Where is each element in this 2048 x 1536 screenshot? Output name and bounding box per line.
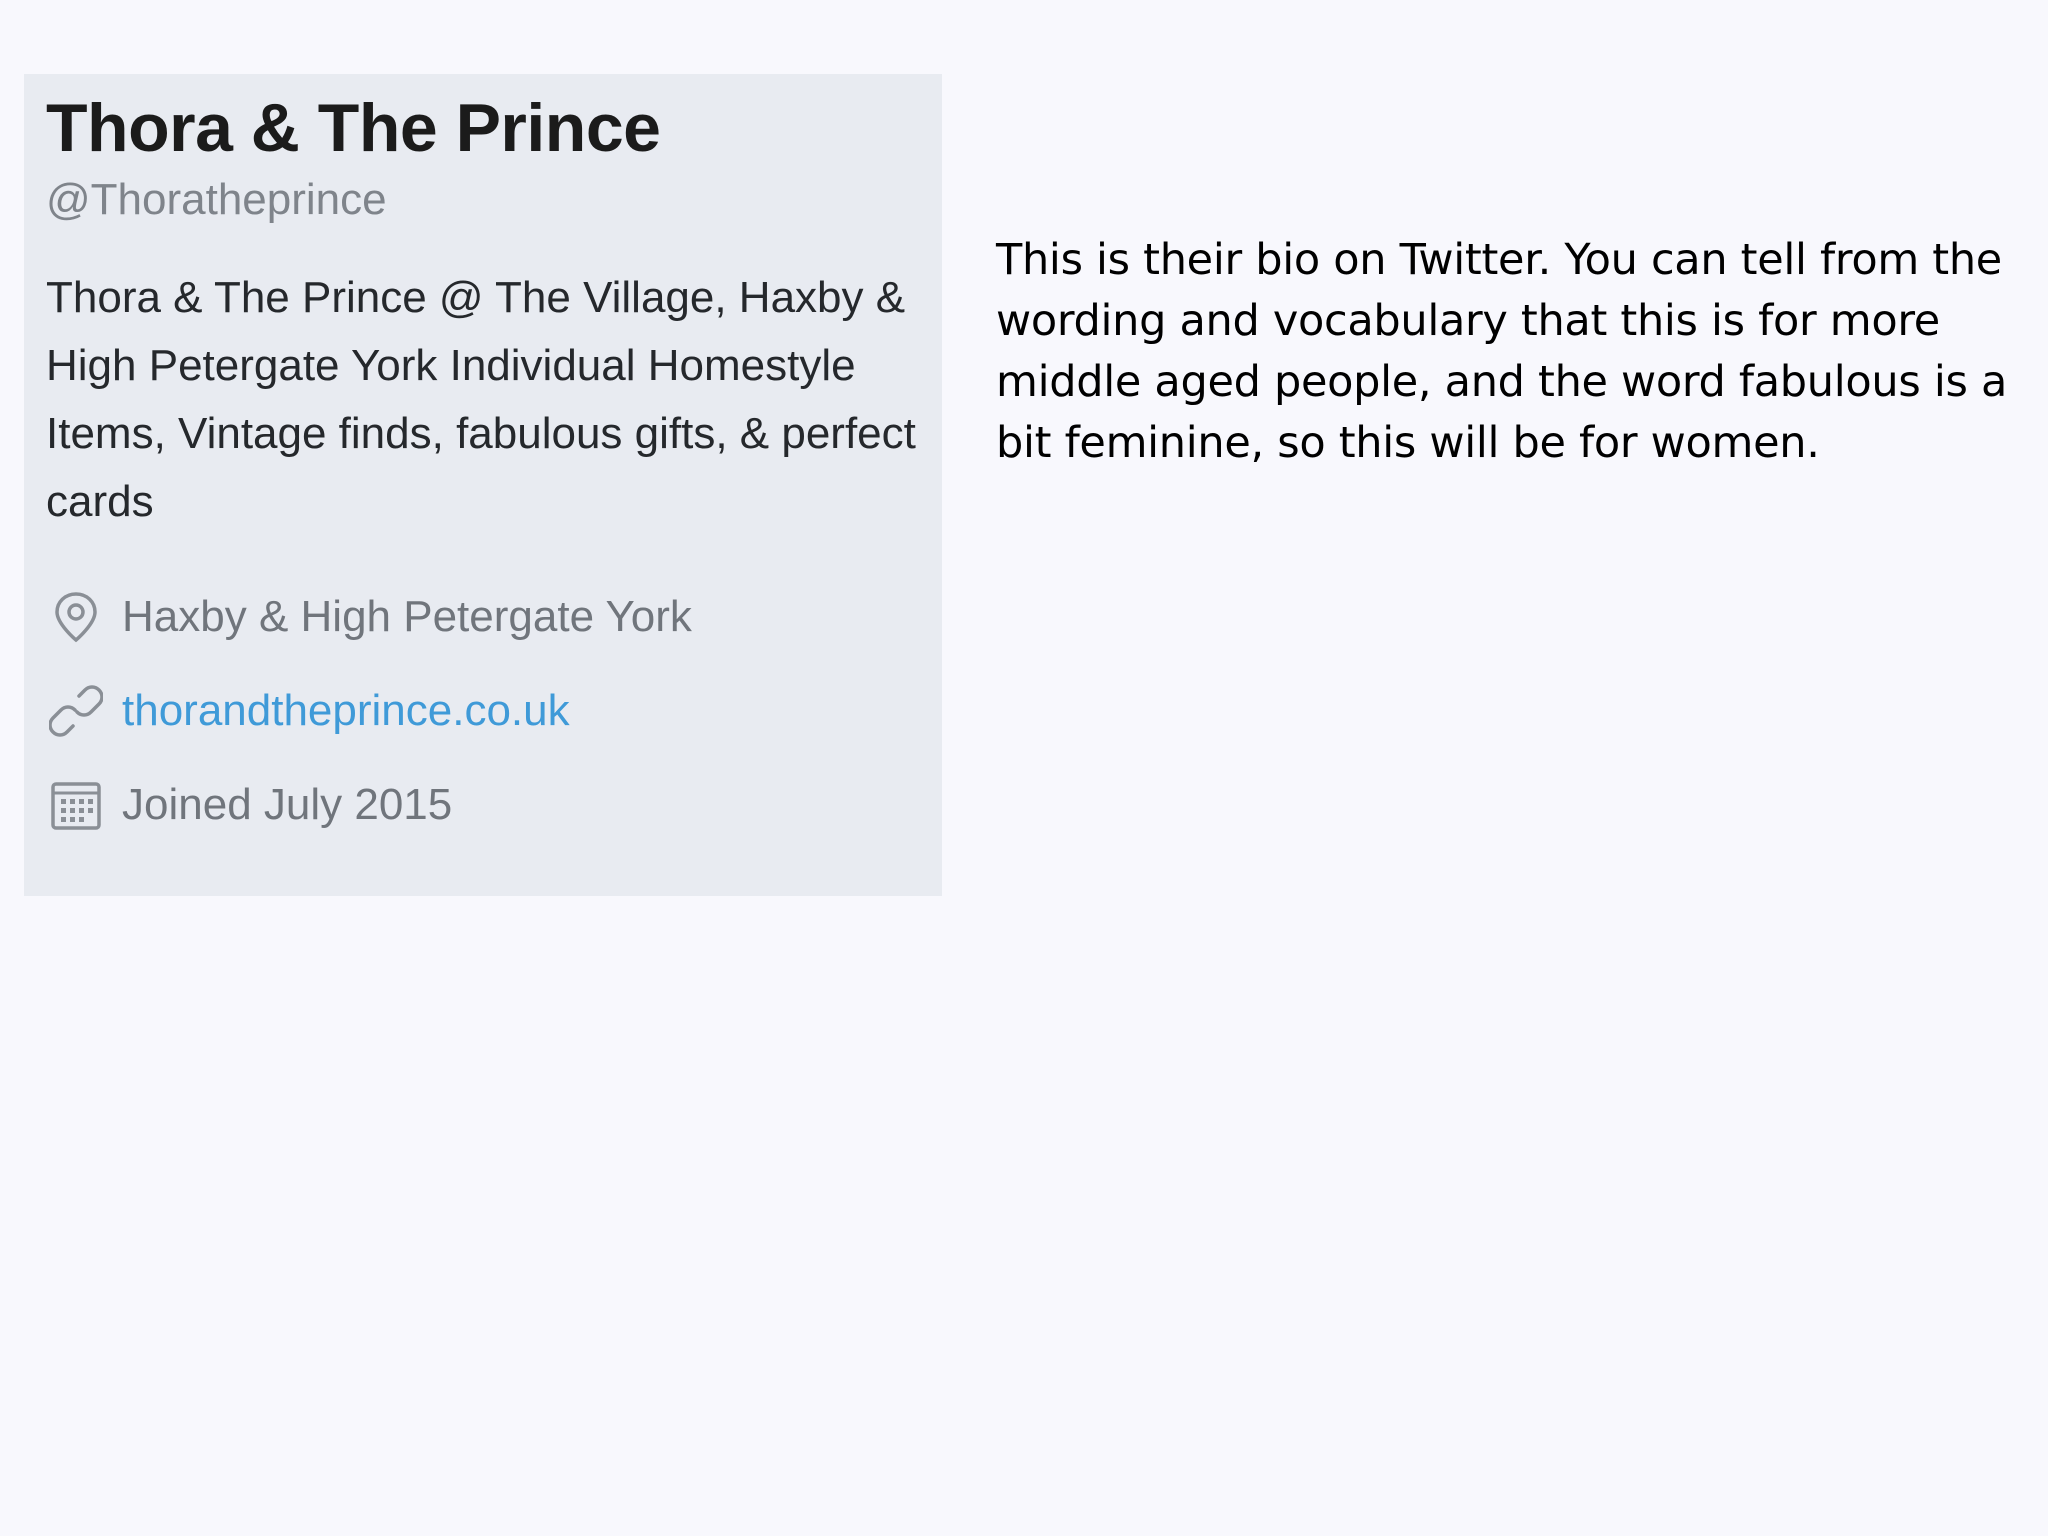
profile-location: Haxby & High Petergate York — [46, 570, 942, 664]
profile-website[interactable]: thorandtheprince.co.uk — [46, 664, 942, 758]
profile-joined-text: Joined July 2015 — [122, 780, 453, 830]
twitter-profile-card: Thora & The Prince @Thoratheprince Thora… — [24, 74, 942, 896]
calendar-icon — [48, 777, 104, 833]
website-link[interactable]: thorandtheprince.co.uk — [122, 686, 570, 736]
location-pin-icon — [48, 589, 104, 645]
profile-joined: Joined July 2015 — [46, 758, 942, 852]
bio-commentary: This is their bio on Twitter. You can te… — [996, 235, 2007, 468]
link-icon — [48, 683, 104, 739]
profile-bio: Thora & The Prince @ The Village, Haxby … — [46, 273, 916, 527]
profile-meta-list: Haxby & High Petergate York thorandthepr… — [46, 570, 942, 852]
profile-name: Thora & The Prince — [46, 90, 661, 166]
profile-handle[interactable]: @Thoratheprince — [46, 174, 942, 227]
profile-location-text: Haxby & High Petergate York — [122, 592, 692, 642]
